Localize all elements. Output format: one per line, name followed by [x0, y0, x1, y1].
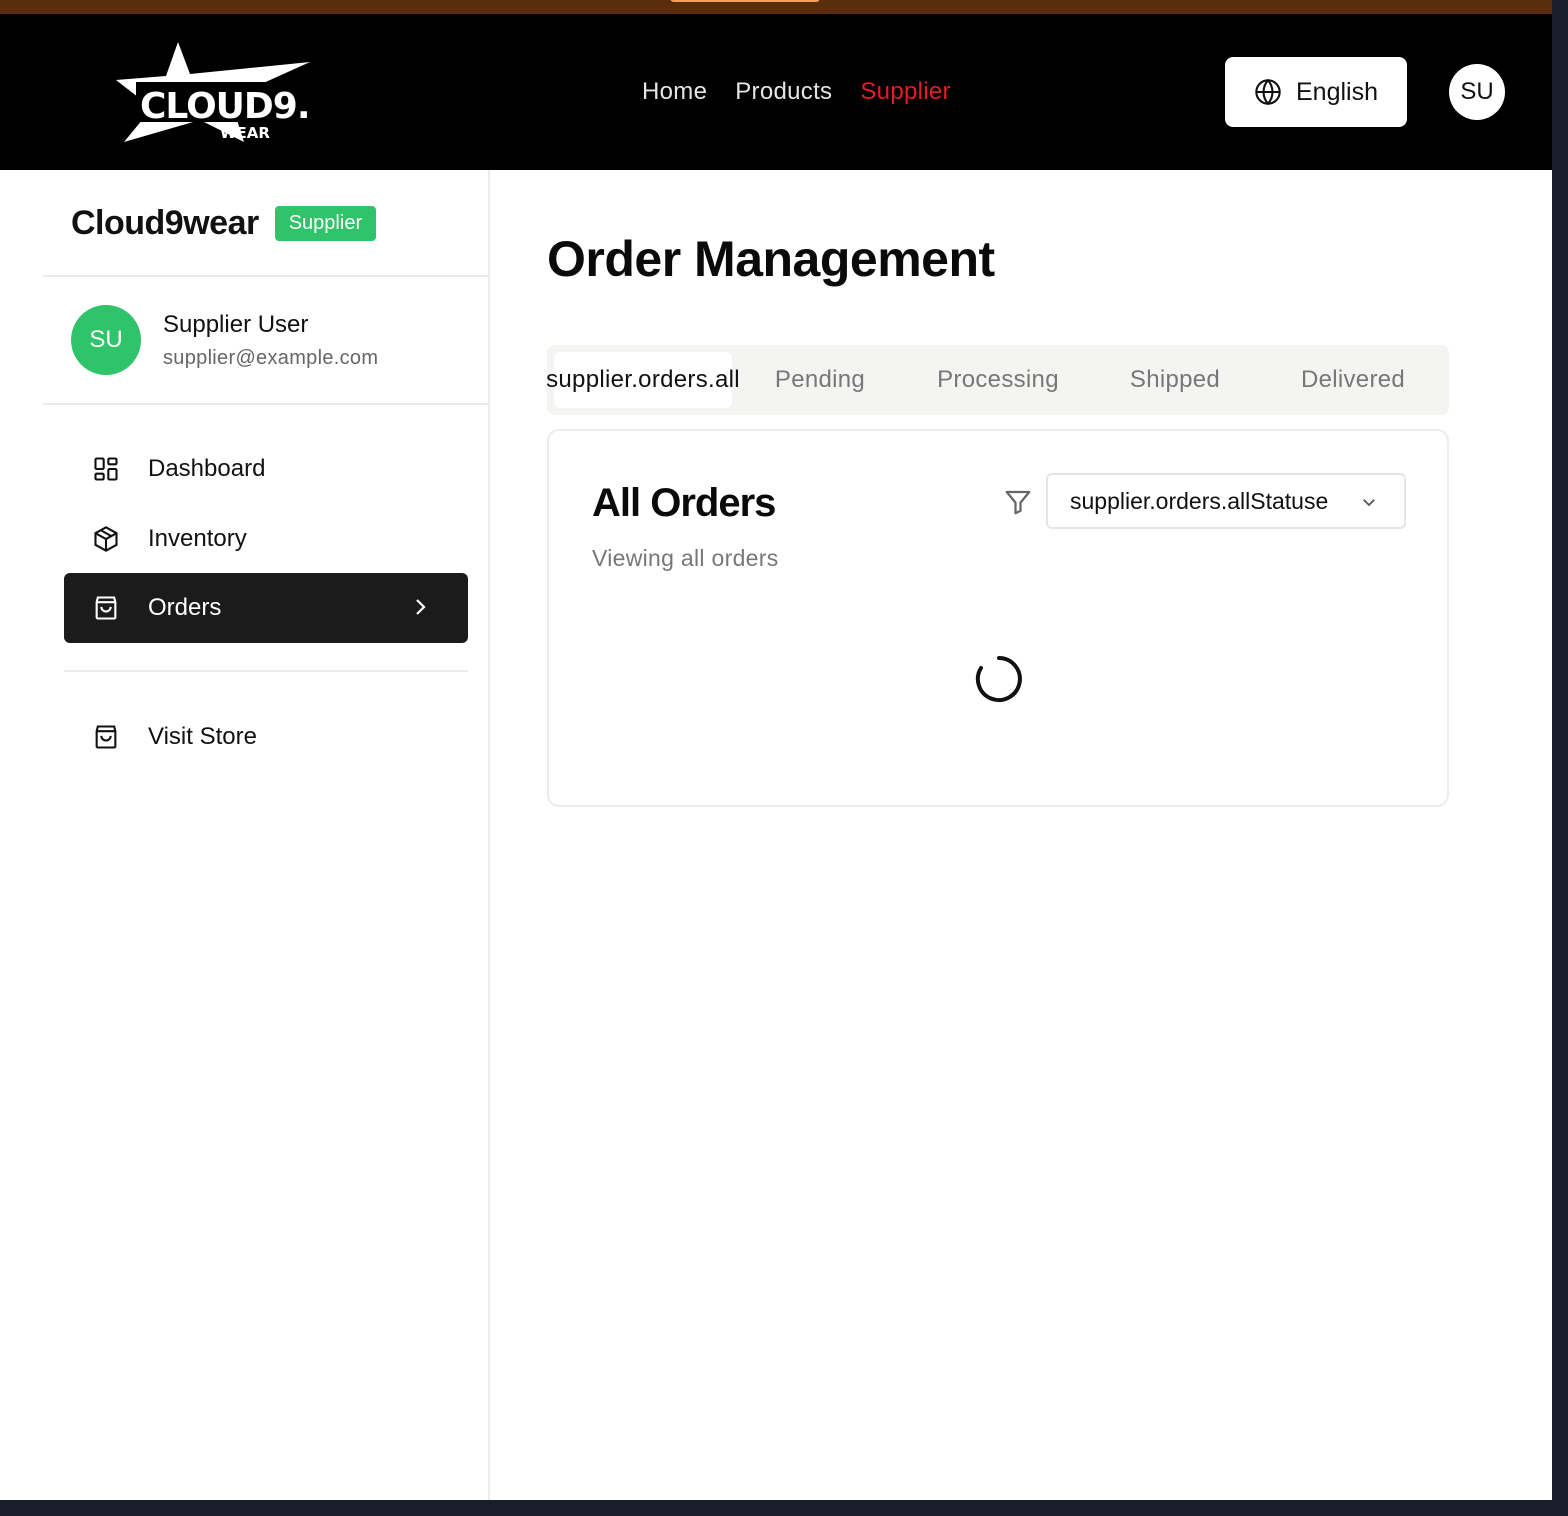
sidebar-item-inventory[interactable]: Inventory: [64, 504, 468, 574]
sidebar-item-dashboard[interactable]: Dashboard: [64, 434, 468, 504]
store-bag-icon: [95, 725, 117, 749]
top-header: CLOUD9. WEAR Home Products Supplier Engl…: [0, 14, 1552, 170]
orders-card: All Orders Viewing all orders supplier.o…: [547, 429, 1449, 807]
sidebar: Cloud9wear Supplier SU Supplier User sup…: [0, 170, 490, 1500]
sidebar-divider: [64, 670, 468, 672]
tab-pending[interactable]: Pending: [755, 345, 885, 415]
language-label: English: [1296, 77, 1378, 106]
top-pill: [670, 0, 820, 2]
chevron-down-icon: [1363, 499, 1375, 507]
visit-store-link[interactable]: Visit Store: [64, 702, 468, 772]
sidebar-brand: Cloud9wear Supplier: [71, 204, 377, 243]
card-title: All Orders: [592, 481, 776, 525]
user-avatar: SU: [71, 305, 141, 375]
sidebar-item-label: Inventory: [148, 525, 247, 552]
cloud9-logo[interactable]: CLOUD9. WEAR: [112, 40, 312, 144]
loading-spinner-icon: [975, 656, 1022, 702]
sidebar-divider: [43, 275, 490, 277]
nav-home[interactable]: Home: [642, 78, 707, 106]
visit-store-label: Visit Store: [148, 723, 257, 750]
sidebar-item-label: Orders: [148, 594, 222, 621]
app-window: CLOUD9. WEAR Home Products Supplier Engl…: [0, 14, 1552, 1500]
tab-shipped[interactable]: Shipped: [1103, 345, 1247, 415]
user-name: Supplier User: [163, 310, 309, 338]
status-filter-value: supplier.orders.allStatuse: [1070, 487, 1329, 514]
tab-delivered[interactable]: Delivered: [1277, 345, 1429, 415]
package-icon: [94, 526, 118, 552]
user-avatar-menu[interactable]: SU: [1449, 64, 1505, 120]
sidebar-item-orders[interactable]: Orders: [64, 573, 468, 643]
dashboard-icon: [94, 457, 118, 481]
language-button[interactable]: English: [1225, 57, 1407, 127]
nav-products[interactable]: Products: [735, 78, 832, 106]
logo-text: CLOUD9.: [140, 86, 310, 127]
role-badge: Supplier: [274, 206, 377, 241]
right-strip: [1552, 0, 1568, 1516]
card-subtitle: Viewing all orders: [592, 545, 779, 571]
bottom-strip: [0, 1500, 1568, 1516]
tab-all[interactable]: supplier.orders.all: [546, 352, 740, 408]
tab-processing[interactable]: Processing: [917, 345, 1079, 415]
shopping-bag-icon: [95, 596, 117, 620]
logo-subtext: WEAR: [220, 124, 270, 142]
user-email: supplier@example.com: [163, 346, 379, 369]
main-nav: Home Products Supplier: [642, 78, 951, 106]
brand-name: Cloud9wear: [71, 204, 259, 242]
nav-supplier[interactable]: Supplier: [860, 78, 950, 106]
order-status-tabs: supplier.orders.all Pending Processing S…: [546, 345, 1449, 415]
browser-top-band: [0, 0, 1552, 14]
user-profile: SU Supplier User supplier@example.com: [71, 305, 378, 375]
filter-icon: [1005, 490, 1031, 515]
chevron-right-icon: [416, 599, 426, 615]
sidebar-divider: [43, 403, 490, 405]
globe-icon: [1255, 78, 1281, 106]
page-title: Order Management: [547, 231, 995, 287]
sidebar-item-label: Dashboard: [148, 455, 266, 482]
status-filter-select[interactable]: supplier.orders.allStatuse: [1046, 473, 1406, 529]
